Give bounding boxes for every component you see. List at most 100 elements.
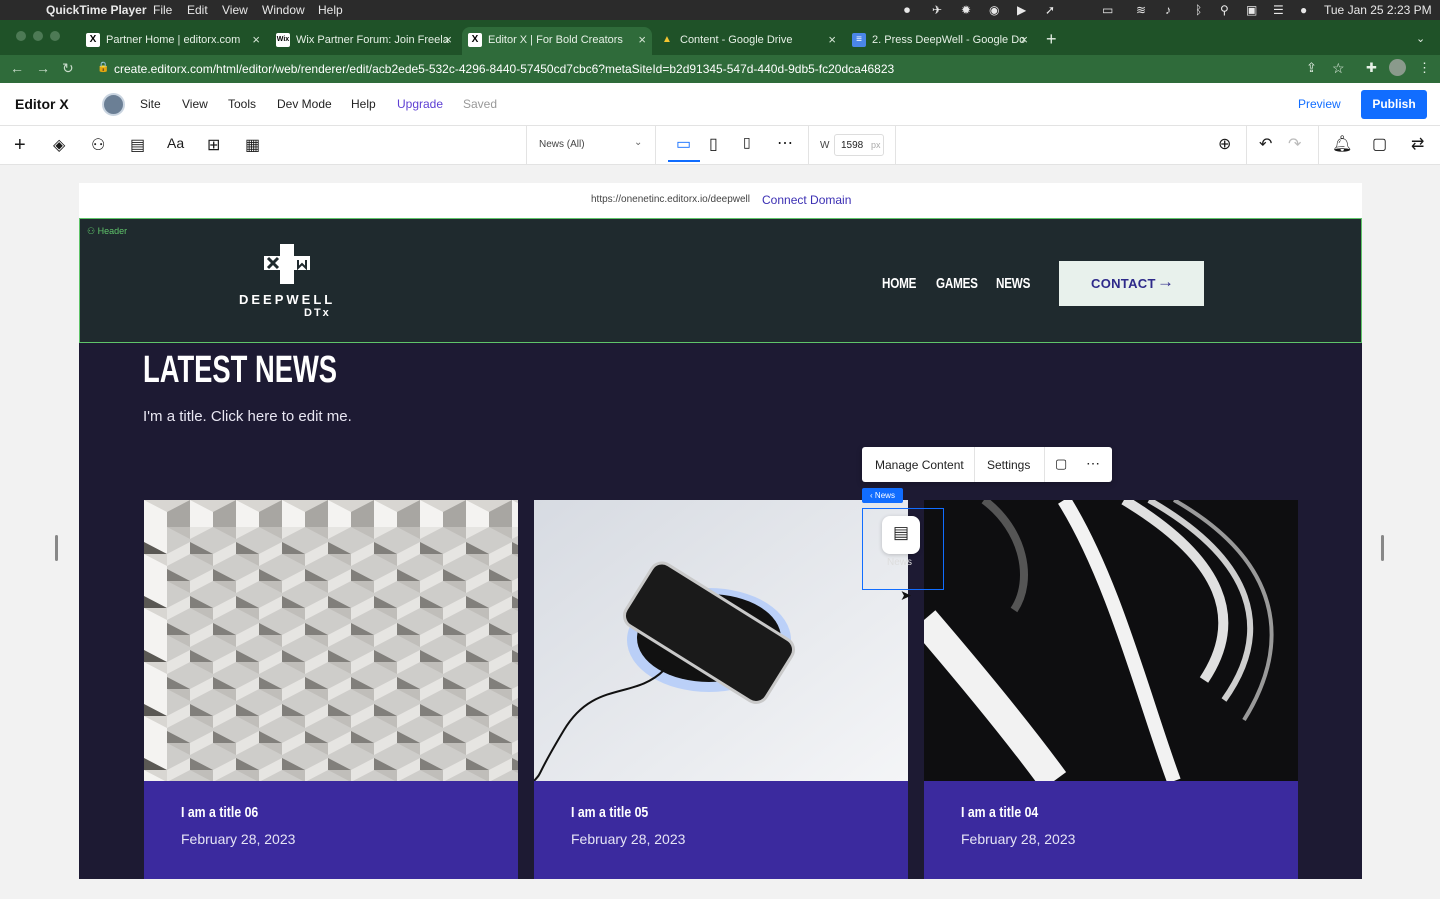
tab-wix-forum[interactable]: Wix Wix Partner Forum: Join Freela × (270, 27, 458, 55)
close-window-button[interactable] (16, 31, 26, 41)
back-icon[interactable]: ← (10, 60, 24, 76)
nav-news[interactable]: NEWS (996, 275, 1030, 292)
more-breakpoints-icon[interactable]: ⋯ (777, 133, 793, 153)
tab-label: Wix Partner Forum: Join Freela (296, 34, 449, 46)
connect-domain-link[interactable]: Connect Domain (762, 193, 851, 207)
comments-icon[interactable]: ▢ (1372, 134, 1387, 154)
more-menu-icon[interactable]: ⋮ (1418, 60, 1431, 76)
maximize-window-button[interactable] (50, 31, 60, 41)
battery-icon[interactable]: ▭ (1102, 3, 1113, 17)
tablet-icon[interactable]: ▯ (709, 134, 718, 154)
circle-icon[interactable]: ◉ (989, 3, 999, 17)
star-icon[interactable]: ☆ (1332, 60, 1345, 77)
reload-icon[interactable]: ↻ (62, 60, 74, 77)
preview-button[interactable]: Preview (1298, 97, 1341, 111)
news-card[interactable]: I am a title 04 February 28, 2023 (924, 500, 1298, 879)
minimize-window-button[interactable] (33, 31, 43, 41)
site-url: https://onenetinc.editorx.io/deepwell (591, 194, 750, 205)
nav-games[interactable]: GAMES (936, 275, 978, 292)
close-tab-icon[interactable]: × (444, 27, 452, 53)
search-icon[interactable]: ⚲ (1220, 3, 1229, 17)
close-tab-icon[interactable]: × (252, 27, 260, 53)
undo-icon[interactable]: ↶ (1259, 134, 1272, 154)
page-select[interactable]: News (All) (539, 139, 585, 150)
tab-google-drive[interactable]: ▲ Content - Google Drive × (654, 27, 842, 55)
arrow-icon[interactable]: ➚ (1045, 3, 1055, 17)
settings-button[interactable]: Settings (987, 458, 1030, 472)
right-resize-handle[interactable] (1381, 535, 1384, 561)
pages-icon[interactable]: ▤ (130, 135, 145, 155)
news-card[interactable]: I am a title 05 February 28, 2023 (534, 500, 908, 879)
wifi-icon[interactable]: ≋ (1136, 3, 1146, 17)
tab-list-chevron-icon[interactable]: ⌄ (1416, 32, 1425, 45)
desktop-icon[interactable]: ▭ (676, 134, 691, 154)
width-input[interactable]: 1598 px (834, 134, 884, 156)
play-icon[interactable]: ▶ (1017, 3, 1026, 17)
menu-site[interactable]: Site (140, 97, 161, 111)
stop-recording-icon[interactable]: ⏺ (904, 3, 910, 18)
more-icon[interactable]: ⋯ (1086, 455, 1100, 472)
close-tab-icon[interactable]: × (828, 27, 836, 53)
notifications-icon[interactable]: 🔔︎ (1332, 134, 1352, 154)
tab-google-docs[interactable]: ≡ 2. Press DeepWell - Google Do × (846, 27, 1034, 55)
tab-partner-home[interactable]: X Partner Home | editorx.com × (80, 27, 266, 55)
profile-avatar[interactable] (1389, 59, 1406, 76)
bluetooth-icon[interactable]: ᛒ (1195, 3, 1202, 17)
zoom-icon[interactable]: ⊕ (1218, 134, 1231, 154)
comment-icon[interactable]: ▢ (1055, 456, 1067, 472)
menu-tools[interactable]: Tools (228, 97, 256, 111)
news-element-tag[interactable]: ‹ News (862, 488, 903, 503)
tab-editor-x[interactable]: X Editor X | For Bold Creators × (462, 27, 652, 55)
control-center-icon[interactable]: ☰ (1273, 3, 1284, 17)
section-title[interactable]: LATEST NEWS (143, 349, 337, 392)
add-icon[interactable]: + (14, 134, 26, 157)
chevron-down-icon[interactable]: ⌄ (634, 137, 642, 148)
card-title[interactable]: I am a title 04 (961, 804, 1038, 821)
card-title[interactable]: I am a title 05 (571, 804, 648, 821)
menu-window[interactable]: Window (262, 3, 305, 17)
section-subtitle[interactable]: I'm a title. Click here to edit me. (143, 408, 352, 425)
clock[interactable]: Tue Jan 25 2:23 PM (1324, 3, 1432, 17)
extension-icon[interactable]: ✈ (932, 3, 942, 17)
menu-edit[interactable]: Edit (187, 3, 208, 17)
divider (808, 126, 809, 164)
close-tab-icon[interactable]: × (1020, 27, 1028, 53)
nav-home[interactable]: HOME (882, 275, 916, 292)
apps-icon[interactable]: ⊞ (207, 135, 220, 155)
siri-icon[interactable]: ● (1300, 3, 1307, 17)
close-tab-icon[interactable]: × (638, 27, 646, 53)
menu-view[interactable]: View (182, 97, 208, 111)
components-icon[interactable]: ⚇ (91, 135, 105, 155)
news-card[interactable]: I am a title 06 February 28, 2023 (144, 500, 518, 879)
cms-table-icon[interactable]: ▦ (245, 135, 260, 155)
volume-icon[interactable]: ♪ (1165, 3, 1171, 17)
site-header[interactable]: ⚇ Header DEEPWELL DTx HOME GAMES NEWS CO… (79, 218, 1362, 343)
settings-sliders-icon[interactable]: ⇄ (1411, 134, 1424, 154)
forward-icon[interactable]: → (36, 60, 50, 76)
menu-view[interactable]: View (222, 3, 248, 17)
menu-file[interactable]: File (153, 3, 172, 17)
mobile-icon[interactable]: ▯ (743, 134, 751, 151)
redo-icon[interactable]: ↷ (1288, 134, 1301, 154)
contact-button[interactable]: CONTACT → (1059, 261, 1204, 306)
editor-x-logo[interactable]: Editor X (15, 96, 69, 112)
share-icon[interactable]: ⇪ (1306, 60, 1317, 76)
sun-icon[interactable]: ✹ (961, 3, 971, 17)
menu-help[interactable]: Help (351, 97, 376, 111)
url-input[interactable]: create.editorx.com/html/editor/web/rende… (114, 62, 894, 76)
menu-help[interactable]: Help (318, 3, 343, 17)
display-icon[interactable]: ▣ (1246, 3, 1257, 17)
left-resize-handle[interactable] (55, 535, 58, 561)
layers-icon[interactable]: ◈ (53, 135, 65, 155)
publish-button[interactable]: Publish (1361, 90, 1427, 119)
app-name[interactable]: QuickTime Player (46, 3, 147, 17)
manage-content-button[interactable]: Manage Content (875, 458, 964, 472)
news-dataset-element[interactable]: ▤ News (862, 508, 944, 590)
theme-icon[interactable]: Aa (167, 135, 184, 151)
new-tab-icon[interactable]: + (1046, 29, 1057, 50)
menu-dev-mode[interactable]: Dev Mode (277, 97, 332, 111)
upgrade-link[interactable]: Upgrade (397, 97, 443, 111)
extensions-icon[interactable]: ✚ (1366, 60, 1377, 76)
card-title[interactable]: I am a title 06 (181, 804, 258, 821)
user-avatar[interactable] (102, 93, 125, 116)
